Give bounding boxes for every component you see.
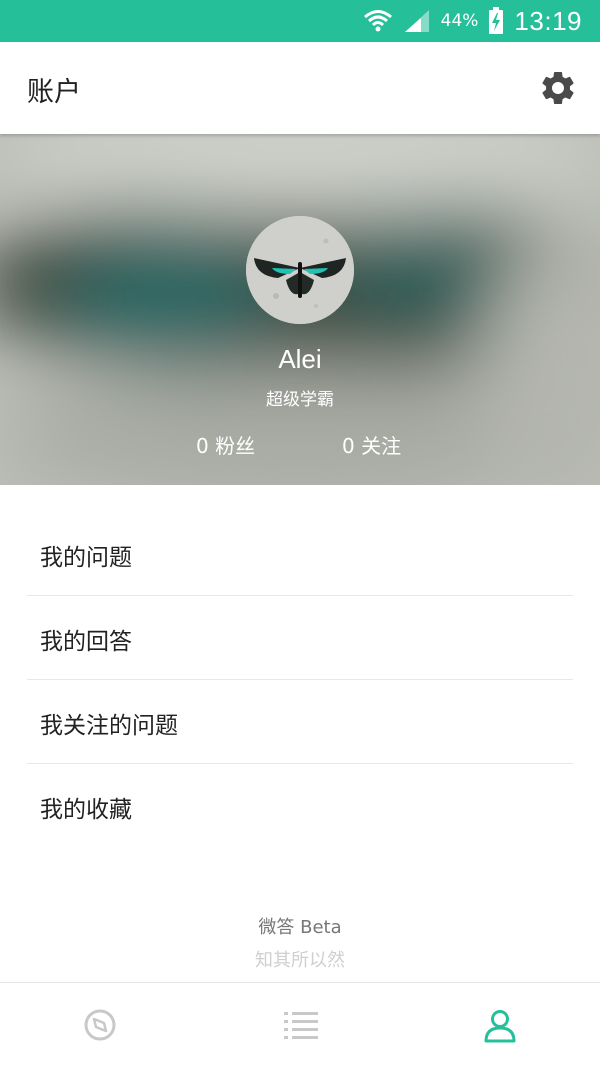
compass-icon [84, 1009, 116, 1041]
status-icons: 44% 13:19 [363, 0, 582, 42]
gear-icon [542, 71, 574, 104]
profile-title: 超级学霸 [266, 390, 334, 410]
settings-button[interactable] [538, 68, 578, 108]
menu-item-label: 我的问题 [40, 545, 132, 571]
clock-time: 13:19 [514, 5, 582, 36]
battery-percent: 44% [440, 11, 479, 31]
account-menu: 我的问题 我的回答 我关注的问题 我的收藏 [27, 512, 573, 847]
menu-item-my-answers[interactable]: 我的回答 [27, 596, 573, 680]
menu-item-favorites[interactable]: 我的收藏 [27, 764, 573, 847]
signal-icon [404, 10, 429, 32]
app-brand: 微答 Beta [258, 917, 342, 938]
followers-count[interactable]: 0 粉丝 [196, 430, 255, 459]
profile-name: Alei [278, 344, 322, 374]
tab-discover[interactable] [0, 983, 200, 1068]
wifi-icon [363, 10, 392, 32]
menu-item-followed-questions[interactable]: 我关注的问题 [27, 680, 573, 764]
profile-header: Alei 超级学霸 0 粉丝 0 关注 [0, 134, 600, 485]
bottom-navigation [0, 982, 600, 1068]
menu-item-label: 我关注的问题 [40, 713, 178, 739]
battery-charging-icon [489, 7, 504, 34]
status-bar: 44% 13:19 [0, 0, 600, 42]
menu-item-my-questions[interactable]: 我的问题 [27, 512, 573, 596]
menu-item-label: 我的回答 [40, 629, 132, 655]
person-icon [484, 1010, 516, 1043]
app-bar: 账户 [0, 42, 600, 134]
app-slogan: 知其所以然 [255, 950, 345, 971]
avatar[interactable] [246, 216, 354, 324]
following-count[interactable]: 0 关注 [342, 430, 401, 459]
menu-item-label: 我的收藏 [40, 797, 132, 823]
tab-feed[interactable] [200, 983, 400, 1068]
butterfly-photo [246, 216, 354, 324]
list-icon [284, 1012, 318, 1039]
page-title: 账户 [27, 77, 81, 108]
tab-account[interactable] [400, 983, 600, 1068]
